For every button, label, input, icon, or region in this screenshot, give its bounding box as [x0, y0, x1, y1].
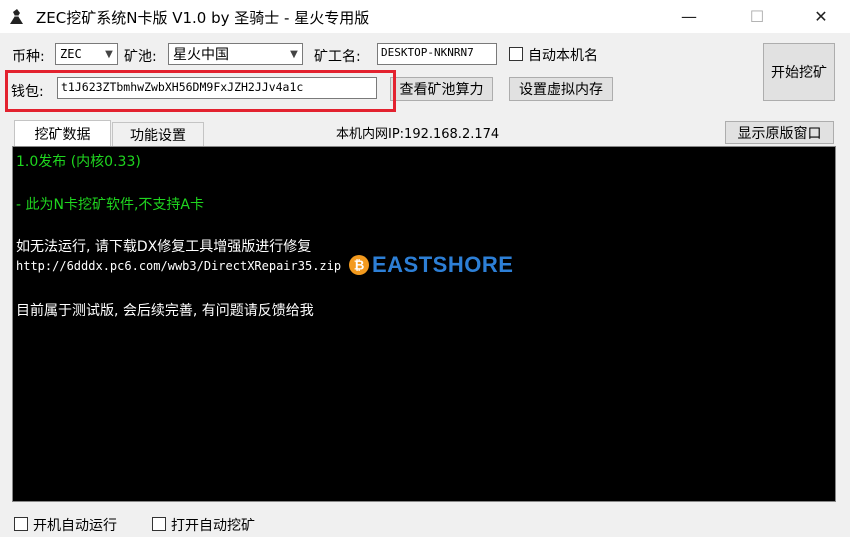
console-line: 目前属于测试版, 会后续完善, 有问题请反馈给我: [16, 303, 314, 319]
window-title: ZEC挖矿系统N卡版 V1.0 by 圣骑士 - 星火专用版: [36, 9, 370, 27]
show-original-window-button[interactable]: 显示原版窗口: [725, 121, 834, 144]
console-line: 1.0发布 (内核0.33): [16, 154, 141, 170]
coin-select[interactable]: ZEC ▼: [55, 43, 118, 65]
tab-mining-data[interactable]: 挖矿数据: [14, 120, 111, 146]
close-button[interactable]: ✕: [798, 0, 844, 33]
auto-name-checkbox[interactable]: [509, 47, 523, 61]
maximize-icon: ☐: [749, 7, 765, 26]
app-icon: [10, 9, 23, 24]
minimize-button[interactable]: —: [666, 0, 712, 33]
close-icon: ✕: [814, 7, 828, 26]
virtual-memory-button[interactable]: 设置虚拟内存: [509, 77, 613, 101]
start-mining-button[interactable]: 开始挖矿: [763, 43, 835, 101]
watermark-text: EASTSHORE: [372, 252, 514, 277]
worker-name-input[interactable]: DESKTOP-NKNRN7: [377, 43, 497, 65]
automine-label: 打开自动挖矿: [171, 518, 255, 534]
console-line: 如无法运行, 请下载DX修复工具增强版进行修复: [16, 239, 312, 255]
maximize-button[interactable]: ☐: [734, 0, 780, 33]
wallet-highlight-box: [5, 70, 396, 112]
chevron-down-icon: ▼: [290, 48, 298, 60]
eastshore-watermark: ₿ EASTSHORE: [348, 252, 513, 278]
title-bar: ZEC挖矿系统N卡版 V1.0 by 圣骑士 - 星火专用版 — ☐ ✕: [0, 0, 850, 33]
bitcoin-icon: ₿: [349, 255, 369, 275]
chevron-down-icon: ▼: [105, 48, 113, 60]
auto-name-label: 自动本机名: [528, 48, 598, 64]
automine-checkbox[interactable]: [152, 517, 166, 531]
pool-select-value: 星火中国: [173, 47, 229, 63]
svg-text:₿: ₿: [354, 259, 365, 274]
console-line: - 此为N卡挖矿软件,不支持A卡: [16, 197, 205, 213]
autorun-label: 开机自动运行: [33, 518, 117, 534]
autorun-checkbox[interactable]: [14, 517, 28, 531]
pool-label: 矿池:: [124, 49, 157, 65]
worker-label: 矿工名:: [314, 49, 361, 65]
tab-settings[interactable]: 功能设置: [112, 122, 204, 146]
mining-console[interactable]: 1.0发布 (内核0.33) - 此为N卡挖矿软件,不支持A卡 如无法运行, 请…: [12, 146, 836, 502]
console-line: http://6dddx.pc6.com/wwb3/DirectXRepair3…: [16, 259, 342, 273]
minimize-icon: —: [681, 7, 697, 26]
coin-label: 币种:: [12, 49, 45, 65]
pool-select[interactable]: 星火中国 ▼: [168, 43, 303, 65]
pool-hashrate-button[interactable]: 查看矿池算力: [390, 77, 493, 101]
local-ip-text: 本机内网IP:192.168.2.174: [336, 127, 500, 142]
coin-select-value: ZEC: [60, 47, 82, 61]
